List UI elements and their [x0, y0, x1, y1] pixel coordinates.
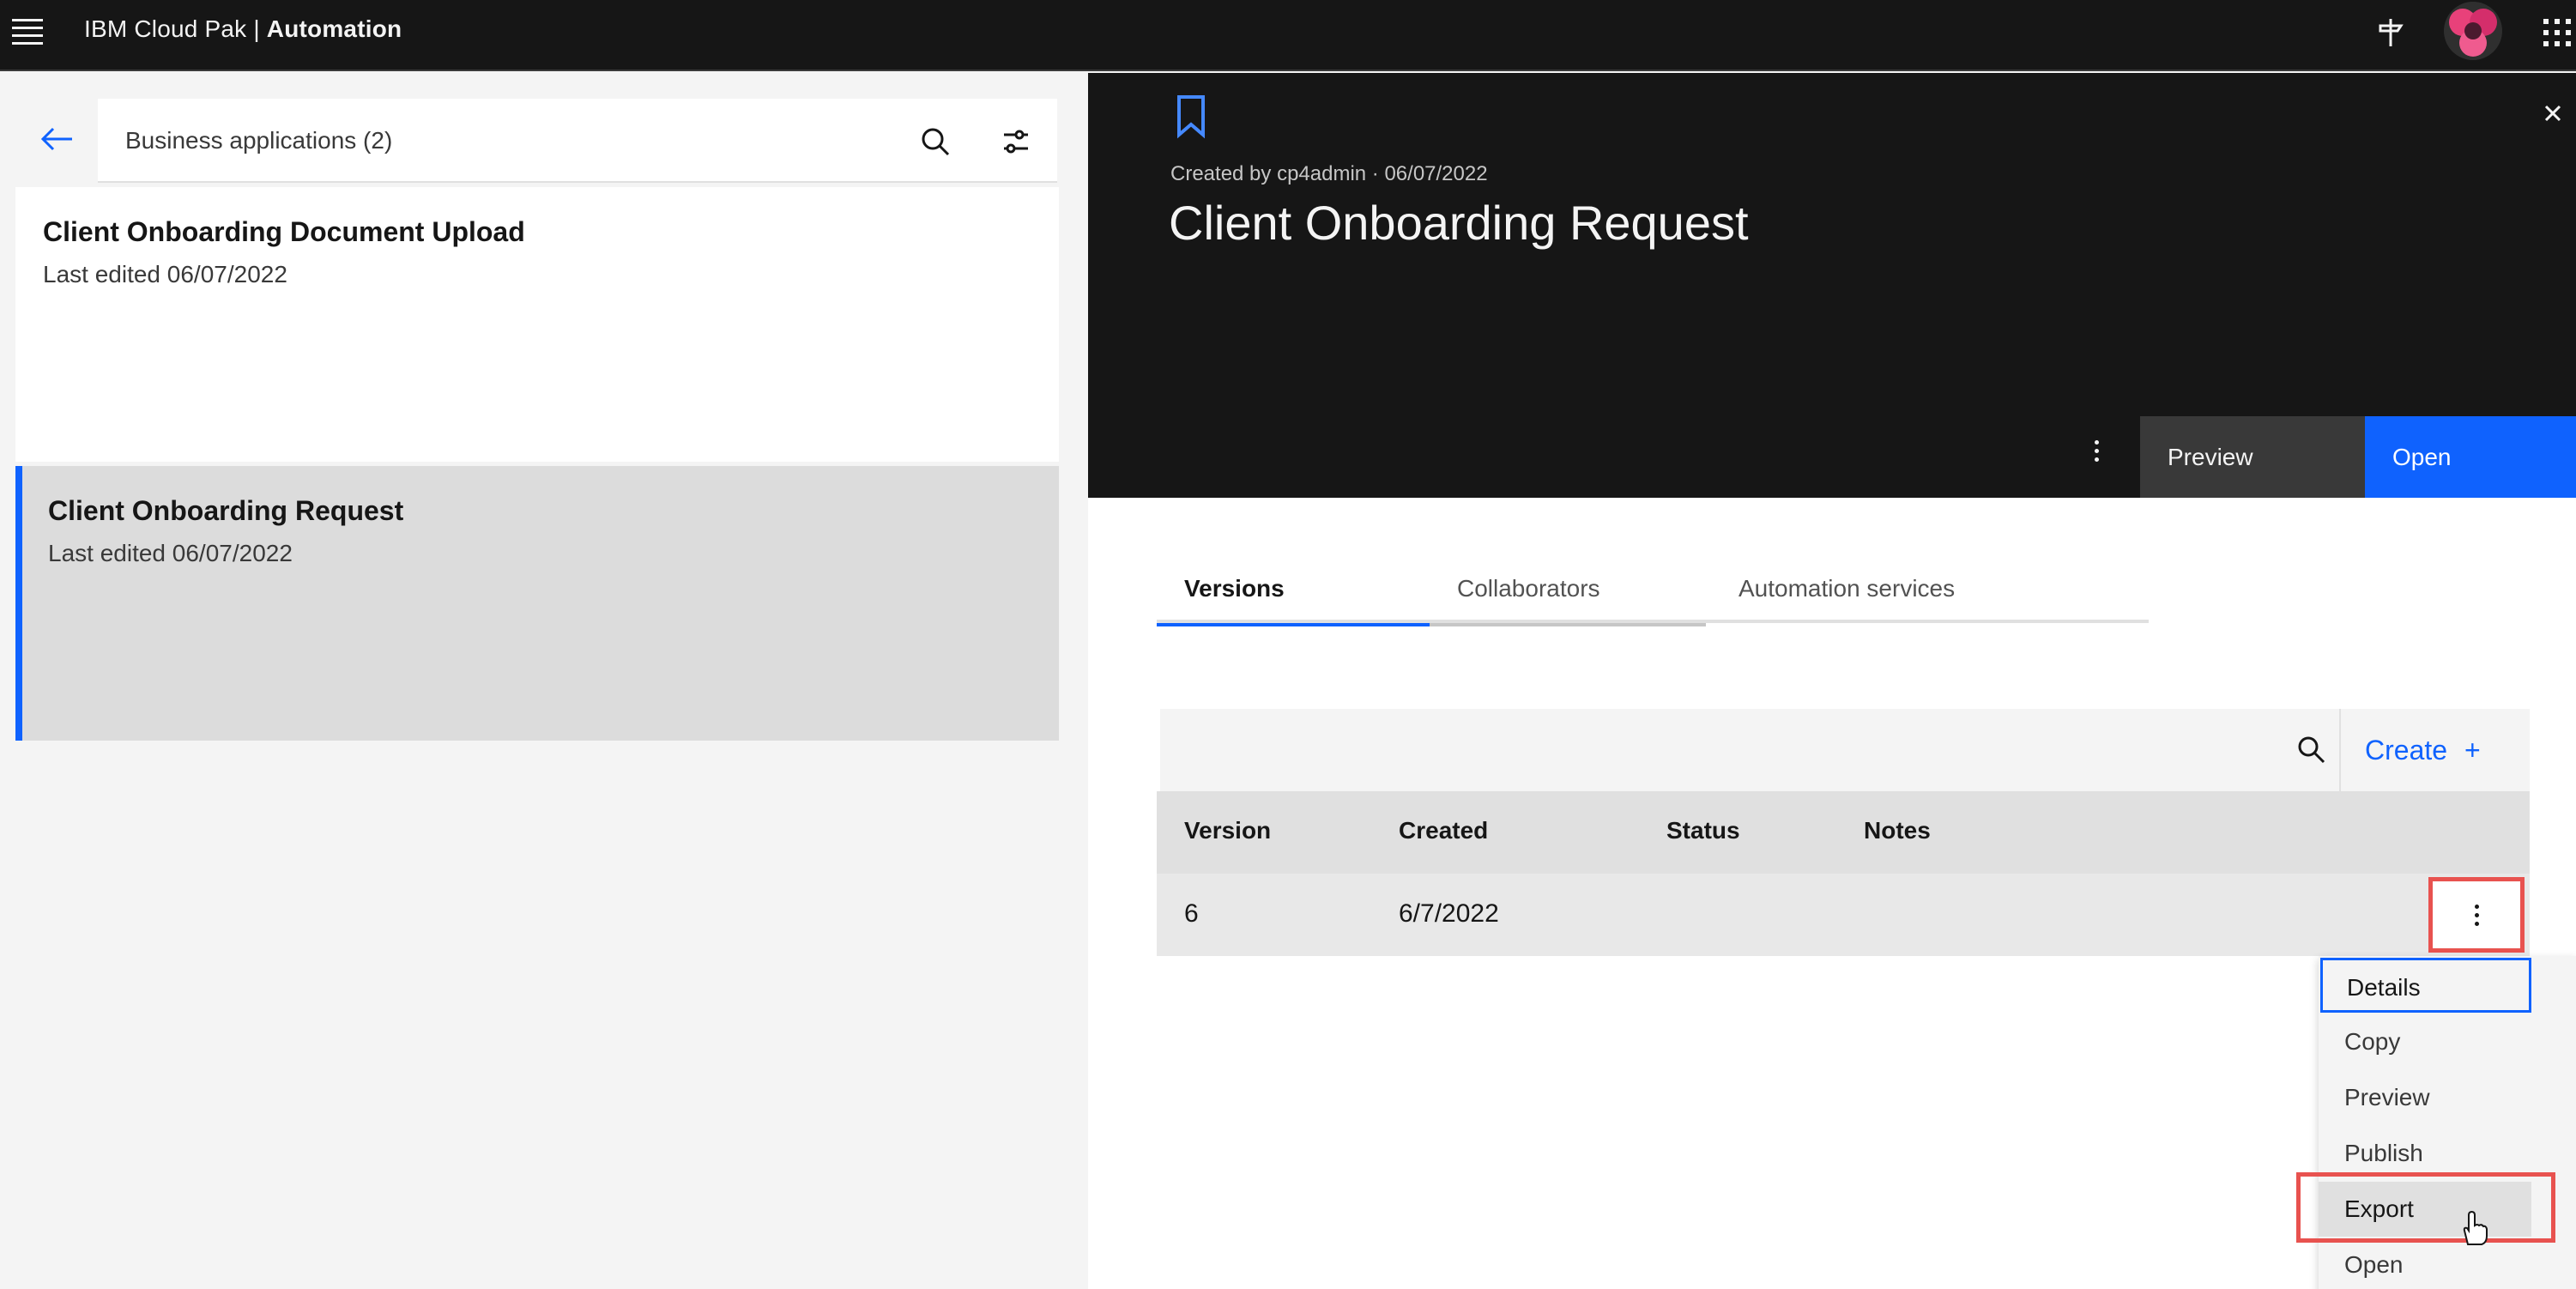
back-arrow-icon[interactable] [39, 126, 74, 152]
menu-item-preview[interactable]: Preview [2319, 1070, 2531, 1125]
application-detail-body: Versions Collaborators Automation servic… [1088, 498, 2576, 1289]
column-header-version[interactable]: Version [1184, 817, 1271, 844]
table-header: Version Created Status Notes [1157, 791, 2530, 874]
plus-icon: + [2464, 735, 2481, 766]
top-navigation-bar: IBM Cloud Pak | Automation [0, 0, 2576, 71]
application-detail-header: Created by cp4admin · 06/07/2022 Client … [1088, 73, 2576, 498]
menu-item-open[interactable]: Open [2319, 1238, 2531, 1289]
pin-icon[interactable] [2372, 14, 2410, 51]
applications-list-panel: Business applications (2) Client Onboard… [0, 73, 1088, 1289]
column-header-notes[interactable]: Notes [1864, 817, 1931, 844]
applications-search-bar[interactable]: Business applications (2) [98, 99, 1057, 183]
highlight-box [2296, 1172, 2555, 1243]
create-version-button[interactable]: Create + [2339, 709, 2530, 791]
application-last-edited: Last edited 06/07/2022 [43, 261, 287, 287]
application-title: Client Onboarding Request [48, 495, 404, 526]
filter-settings-icon[interactable] [999, 124, 1033, 159]
tab-versions[interactable]: Versions [1157, 575, 1430, 626]
cell-version: 6 [1184, 899, 1199, 928]
column-header-status[interactable]: Status [1666, 817, 1740, 844]
menu-icon[interactable] [12, 19, 43, 45]
menu-item-details[interactable]: Details [2320, 958, 2531, 1013]
application-card-selected[interactable]: Client Onboarding Request Last edited 06… [15, 466, 1059, 741]
tab-list: Versions Collaborators Automation servic… [1157, 575, 2149, 626]
page-title: Client Onboarding Request [1169, 196, 1749, 250]
menu-item-copy[interactable]: Copy [2319, 1014, 2531, 1069]
overflow-menu-icon[interactable] [2083, 440, 2109, 475]
create-label: Create [2365, 735, 2448, 766]
table-row[interactable]: 6 6/7/2022 [1157, 874, 2530, 956]
bookmark-icon[interactable] [1172, 94, 1210, 140]
column-header-created[interactable]: Created [1399, 817, 1488, 844]
application-title: Client Onboarding Document Upload [43, 216, 525, 247]
application-card[interactable]: Client Onboarding Document Upload Last e… [15, 187, 1059, 462]
product-title: IBM Cloud Pak | Automation [84, 15, 402, 42]
search-icon[interactable] [918, 124, 952, 159]
highlight-box [2428, 877, 2525, 953]
close-icon[interactable] [2543, 104, 2562, 123]
created-by-text: Created by cp4admin · 06/07/2022 [1170, 162, 1488, 185]
open-button[interactable]: Open [2365, 416, 2576, 498]
application-last-edited: Last edited 06/07/2022 [48, 540, 293, 566]
cell-created: 6/7/2022 [1399, 899, 1499, 928]
tab-automation-services[interactable]: Automation services [1711, 575, 2149, 623]
avatar[interactable] [2444, 2, 2502, 60]
search-icon[interactable] [2295, 733, 2327, 766]
search-label: Business applications (2) [125, 127, 393, 154]
table-toolbar: Create + [1160, 709, 2530, 791]
preview-button[interactable]: Preview [2140, 416, 2365, 498]
hand-cursor-icon [2463, 1210, 2488, 1245]
app-switcher-icon[interactable] [2538, 14, 2576, 51]
tab-collaborators[interactable]: Collaborators [1430, 575, 1706, 626]
